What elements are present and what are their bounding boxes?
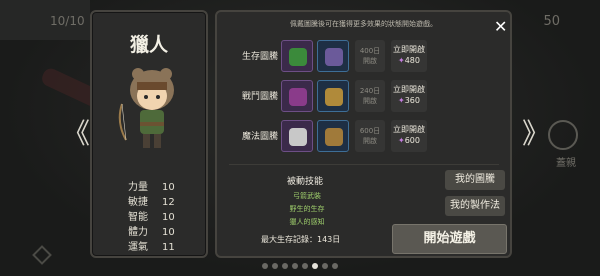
locked-text: 開啟 xyxy=(363,97,377,105)
gem-icon: ✦ xyxy=(398,96,405,105)
totem-locked-info: 600日開啟 xyxy=(355,120,385,152)
pagination-dot[interactable] xyxy=(272,263,278,269)
locked-days: 400日 xyxy=(359,47,381,55)
info-panel: 佩戴圖騰後可在獲得更多效果的狀態開始遊戲。 ✕ 生存圖騰 400日開啟 立即開啟… xyxy=(215,10,512,258)
character-stats: 力量 10 敏捷 12 智能 10 體力 10 運氣 11 xyxy=(128,180,175,255)
stat-row: 力量 10 xyxy=(128,180,175,195)
pagination-dots xyxy=(0,263,600,269)
totem-icon xyxy=(325,128,343,146)
totem-row-survival: 生存圖騰 400日開啟 立即開啟 ✦480 xyxy=(217,38,510,74)
combat-totem-slot-a[interactable] xyxy=(281,80,313,112)
totem-icon xyxy=(325,88,343,106)
locked-days: 600日 xyxy=(359,127,381,135)
prev-character-button[interactable]: 《 xyxy=(62,120,90,148)
totem-label: 魔法圖騰 xyxy=(242,132,279,142)
survival-totem-slot-a[interactable] xyxy=(281,40,313,72)
passive-skills-title: 被動技能 xyxy=(287,177,324,187)
totem-row-combat: 戰鬥圖騰 240日開啟 立即開啟 ✦360 xyxy=(217,78,510,114)
unlock-now-button[interactable]: 立即開啟 ✦480 xyxy=(391,40,427,72)
unlock-now-button[interactable]: 立即開啟 ✦600 xyxy=(391,120,427,152)
unlock-cost: 360 xyxy=(404,96,420,105)
totem-row-magic: 魔法圖騰 600日開啟 立即開啟 ✦600 xyxy=(217,118,510,154)
stat-value: 11 xyxy=(162,242,175,253)
stat-label: 運氣 xyxy=(128,242,148,253)
totem-icon xyxy=(289,48,307,66)
gem-icon: ✦ xyxy=(398,136,405,145)
stat-row: 體力 10 xyxy=(128,225,175,240)
unlock-label: 立即開啟 xyxy=(393,45,425,54)
character-panel: 獵人 力量 10 敏捷 12 智能 10 體力 10 運氣 11 xyxy=(90,10,208,258)
character-name: 獵人 xyxy=(129,34,168,56)
pagination-dot[interactable] xyxy=(312,263,318,269)
stat-value: 12 xyxy=(162,197,175,208)
passive-skill: 弓箭武裝 xyxy=(293,192,321,200)
locked-text: 開啟 xyxy=(363,57,377,65)
background-round-button-label: 蓋親 xyxy=(556,158,576,169)
unlock-cost: 600 xyxy=(404,136,420,145)
stat-label: 體力 xyxy=(128,227,148,238)
record-label: 最大生存記錄： xyxy=(261,235,317,244)
totem-locked-info: 240日開啟 xyxy=(355,80,385,112)
combat-totem-slot-b[interactable] xyxy=(317,80,349,112)
totem-icon xyxy=(289,88,307,106)
totem-notice: 佩戴圖騰後可在獲得更多效果的狀態開始遊戲。 xyxy=(290,20,437,28)
gem-icon: ✦ xyxy=(398,56,405,65)
totem-icon xyxy=(289,128,307,146)
unlock-now-button[interactable]: 立即開啟 ✦360 xyxy=(391,80,427,112)
pagination-dot[interactable] xyxy=(262,263,268,269)
totem-icon xyxy=(325,48,343,66)
totem-label: 生存圖騰 xyxy=(242,52,279,62)
magic-totem-slot-b[interactable] xyxy=(317,120,349,152)
section-divider xyxy=(229,164,499,165)
background-counter: 10/10 xyxy=(50,14,85,28)
stat-label: 敏捷 xyxy=(128,197,148,208)
background-counter-right: 50 xyxy=(543,14,560,29)
stat-row: 運氣 11 xyxy=(128,240,175,255)
pagination-dot[interactable] xyxy=(292,263,298,269)
pagination-dot[interactable] xyxy=(282,263,288,269)
locked-days: 240日 xyxy=(359,87,381,95)
passive-skill: 野生的生存 xyxy=(289,205,325,213)
pagination-dot[interactable] xyxy=(322,263,328,269)
stat-label: 智能 xyxy=(128,212,148,223)
magic-totem-slot-a[interactable] xyxy=(281,120,313,152)
my-totem-button[interactable]: 我的圖騰 xyxy=(445,170,505,190)
start-game-button[interactable]: 開始遊戲 xyxy=(392,224,507,254)
my-recipes-button[interactable]: 我的製作法 xyxy=(445,196,505,216)
stat-value: 10 xyxy=(162,212,175,223)
next-character-button[interactable]: 》 xyxy=(522,120,550,148)
unlock-label: 立即開啟 xyxy=(393,85,425,94)
totem-locked-info: 400日開啟 xyxy=(355,40,385,72)
unlock-label: 立即開啟 xyxy=(393,125,425,134)
pagination-dot[interactable] xyxy=(302,263,308,269)
passive-skills-list: 弓箭武裝 野生的生存 獵人的感知 xyxy=(257,190,357,229)
unlock-cost: 480 xyxy=(404,56,420,65)
hunter-portrait-icon xyxy=(118,68,174,148)
locked-text: 開啟 xyxy=(363,137,377,145)
stat-value: 10 xyxy=(162,182,175,193)
totem-label: 戰鬥圖騰 xyxy=(242,92,279,102)
survival-totem-slot-b[interactable] xyxy=(317,40,349,72)
max-survival-record: 最大生存記錄：143日 xyxy=(261,234,340,245)
stat-row: 敏捷 12 xyxy=(128,195,175,210)
stat-value: 10 xyxy=(162,227,175,238)
stat-label: 力量 xyxy=(128,182,148,193)
background-round-button xyxy=(548,120,578,150)
record-value: 143日 xyxy=(317,235,341,244)
stat-row: 智能 10 xyxy=(128,210,175,225)
pagination-dot[interactable] xyxy=(332,263,338,269)
passive-skill: 獵人的感知 xyxy=(289,218,325,226)
close-button[interactable]: ✕ xyxy=(494,17,507,36)
